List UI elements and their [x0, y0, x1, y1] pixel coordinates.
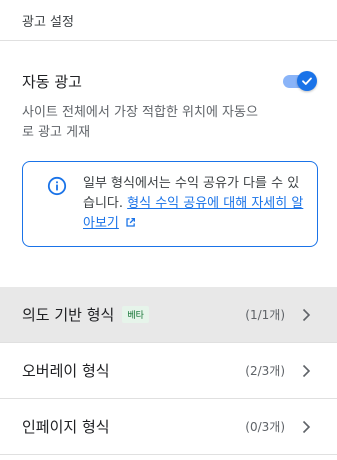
auto-ads-row: 자동 광고 [22, 69, 317, 93]
format-count: (0/3개) [245, 420, 285, 434]
chevron-right-icon [302, 308, 311, 321]
format-item-intent[interactable]: 의도 기반 형식 베타 (1/1개) [0, 287, 337, 343]
format-list: 의도 기반 형식 베타 (1/1개) 오버레이 형식 (2/3개) 인페이지 형… [0, 287, 337, 455]
info-text-block: 일부 형식에서는 수익 공유가 다를 수 있습니다. 형식 수익 공유에 대해 … [83, 174, 307, 246]
format-label: 인페이지 형식 [22, 418, 110, 436]
format-item-inpage[interactable]: 인페이지 형식 (0/3개) [0, 399, 337, 455]
chevron-right-icon [302, 420, 311, 433]
external-link-icon [126, 218, 135, 227]
toggle-thumb [297, 71, 317, 91]
info-icon [47, 176, 67, 196]
format-label: 의도 기반 형식 [22, 306, 115, 324]
auto-ads-description: 사이트 전체에서 가장 적합한 위치에 자동으로 광고 게재 [22, 105, 258, 140]
format-count: (2/3개) [245, 364, 285, 378]
format-count: (1/1개) [245, 308, 285, 322]
beta-badge: 베타 [122, 306, 149, 323]
format-label: 오버레이 형식 [22, 362, 110, 380]
info-box: 일부 형식에서는 수익 공유가 다를 수 있습니다. 형식 수익 공유에 대해 … [22, 161, 318, 247]
auto-ads-section: 자동 광고 사이트 전체에서 가장 적합한 위치에 자동으로 광고 게재 [0, 41, 337, 143]
check-icon [302, 77, 312, 85]
auto-ads-toggle[interactable] [281, 69, 317, 93]
page-header: 광고 설정 [0, 0, 337, 41]
page-title: 광고 설정 [22, 14, 74, 30]
auto-ads-title: 자동 광고 [22, 72, 82, 91]
chevron-right-icon [302, 364, 311, 377]
format-item-overlay[interactable]: 오버레이 형식 (2/3개) [0, 343, 337, 399]
